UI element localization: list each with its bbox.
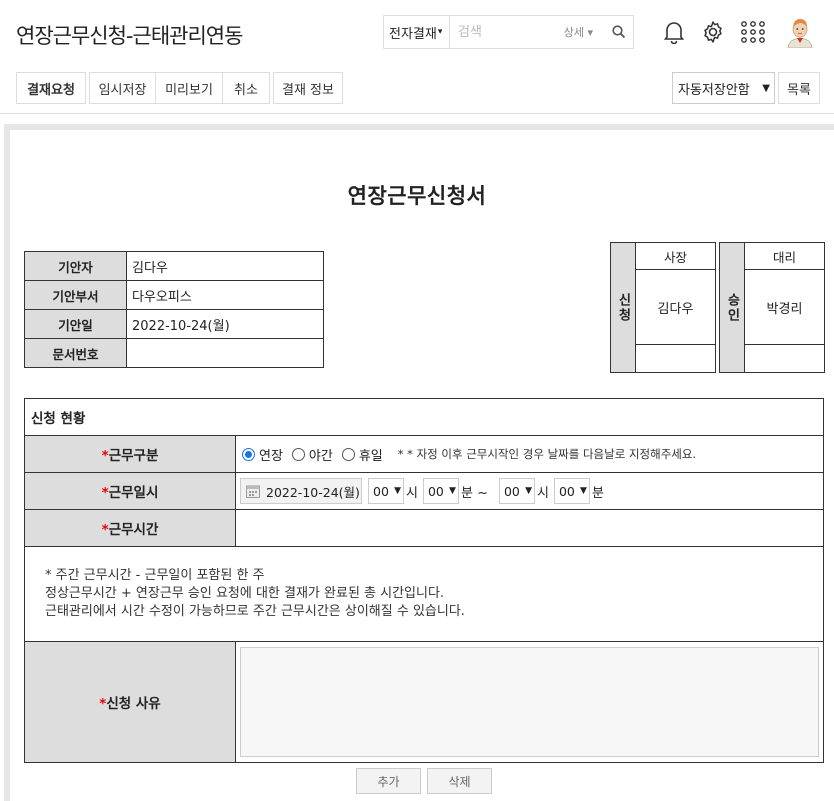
end-hour-select[interactable]: 00 ▼ [498,478,535,504]
calendar-icon [246,485,260,498]
approve-role: 대리 [745,243,824,270]
drafter-info-table: 기안자 김다우 기안부서 다우오피스 기안일 2022-10-24(월) 문서번… [24,251,324,368]
avatar[interactable] [784,16,816,48]
page-title: 연장근무신청-근태관리연동 [16,24,243,48]
search-scope-select[interactable]: 전자결재 ▾ [384,16,450,48]
start-hour-select[interactable]: 00 ▼ [368,478,404,504]
work-datetime-label: *근무일시 [24,472,236,510]
chevron-down-icon: ▼ [449,486,456,496]
apps-grid-icon[interactable] [738,16,768,48]
request-table: 신청 현황 *근무구분 연장 야간 휴일 * * 자정 이후 근무시작인 경우 … [24,398,824,763]
work-datetime-field: 2022-10-24(월) 00 ▼ 시 00 ▼ 분 ~ 00 ▼ 시 00 ▼ 분 [235,472,824,510]
work-type-option-holiday[interactable]: 휴일 [341,445,383,464]
approve-date [745,345,824,372]
reason-textarea[interactable] [240,647,819,757]
department-value: 다우오피스 [126,280,324,310]
draft-date-value: 2022-10-24(월) [126,309,324,339]
request-approval-button[interactable]: 결재요청 [16,72,86,104]
delete-button[interactable]: 삭제 [427,768,492,794]
apply-side-label: 신청 [611,243,636,372]
date-picker[interactable]: 2022-10-24(월) [240,478,362,504]
end-minute-select[interactable]: 00 ▼ [553,478,590,504]
drafter-value: 김다우 [126,251,324,281]
doc-number-value [126,338,324,368]
table-row: 기안일 2022-10-24(월) [24,309,324,339]
approval-info-button[interactable]: 결재 정보 [273,72,343,104]
start-minute-select[interactable]: 00 ▼ [422,478,459,504]
list-button[interactable]: 목록 [778,72,820,104]
approve-name: 박경리 [745,270,824,345]
add-button[interactable]: 추가 [356,768,421,794]
work-type-hint: * * 자정 이후 근무시작인 경우 날짜를 다음날로 지정해주세요. [397,447,697,461]
approve-side-label: 승인 [720,243,745,372]
reason-cell [235,641,824,763]
preview-button[interactable]: 미리보기 [155,72,223,104]
bell-icon[interactable] [659,16,689,48]
document-title: 연장근무신청서 [347,184,487,208]
radio-icon [291,447,305,461]
table-row: 기안부서 다우오피스 [24,280,324,310]
search-detail-toggle[interactable]: 상세 ▾ [564,24,593,40]
apply-name: 김다우 [636,270,715,345]
work-type-field: 연장 야간 휴일 * * 자정 이후 근무시작인 경우 날짜를 다음날로 지정해… [235,435,824,473]
search-input[interactable] [450,16,564,48]
autosave-select[interactable]: 자동저장안함 ▼ [672,72,775,104]
radio-checked-icon [242,447,255,461]
chevron-down-icon: ▼ [525,486,532,496]
search-bar: 전자결재 ▾ 상세 ▾ [383,15,634,49]
toolbar: 결재요청 임시저장 미리보기 취소 결재 정보 자동저장안함 ▼ 목록 [0,66,834,114]
chevron-down-icon: ▾ [437,27,443,37]
gear-icon[interactable] [698,16,728,48]
work-time-notes: * 주간 근무시간 - 근무일이 포함된 한 주 정상근무시간 + 연장근무 승… [24,546,824,642]
work-time-label: *근무시간 [24,509,236,547]
work-type-option-night[interactable]: 야간 [291,445,333,464]
draft-date-label: 기안일 [24,309,127,339]
drafter-label: 기안자 [24,251,127,281]
work-type-label: *근무구분 [24,435,236,473]
approve-signature-box: 승인 대리 박경리 [719,242,825,373]
temp-save-button[interactable]: 임시저장 [89,72,156,104]
chevron-down-icon: ▼ [580,486,587,496]
apply-date [636,345,715,372]
cancel-button[interactable]: 취소 [222,72,270,104]
chevron-down-icon: ▼ [762,82,770,94]
reason-label: *신청 사유 [24,641,236,763]
doc-number-label: 문서번호 [24,338,127,368]
department-label: 기안부서 [24,280,127,310]
table-row: 문서번호 [24,338,324,368]
chevron-down-icon: ▼ [394,486,401,496]
top-bar: 연장근무신청-근태관리연동 전자결재 ▾ 상세 ▾ [0,0,834,66]
radio-icon [341,447,355,461]
search-icon[interactable] [605,16,633,48]
table-row: 기안자 김다우 [24,251,324,281]
apply-signature-box: 신청 사장 김다우 [610,242,716,373]
work-type-option-overtime[interactable]: 연장 [242,445,283,464]
section-title: 신청 현황 [24,398,824,436]
work-time-value [235,509,824,547]
bottom-actions: 추가 삭제 [356,768,492,794]
apply-role: 사장 [636,243,715,270]
